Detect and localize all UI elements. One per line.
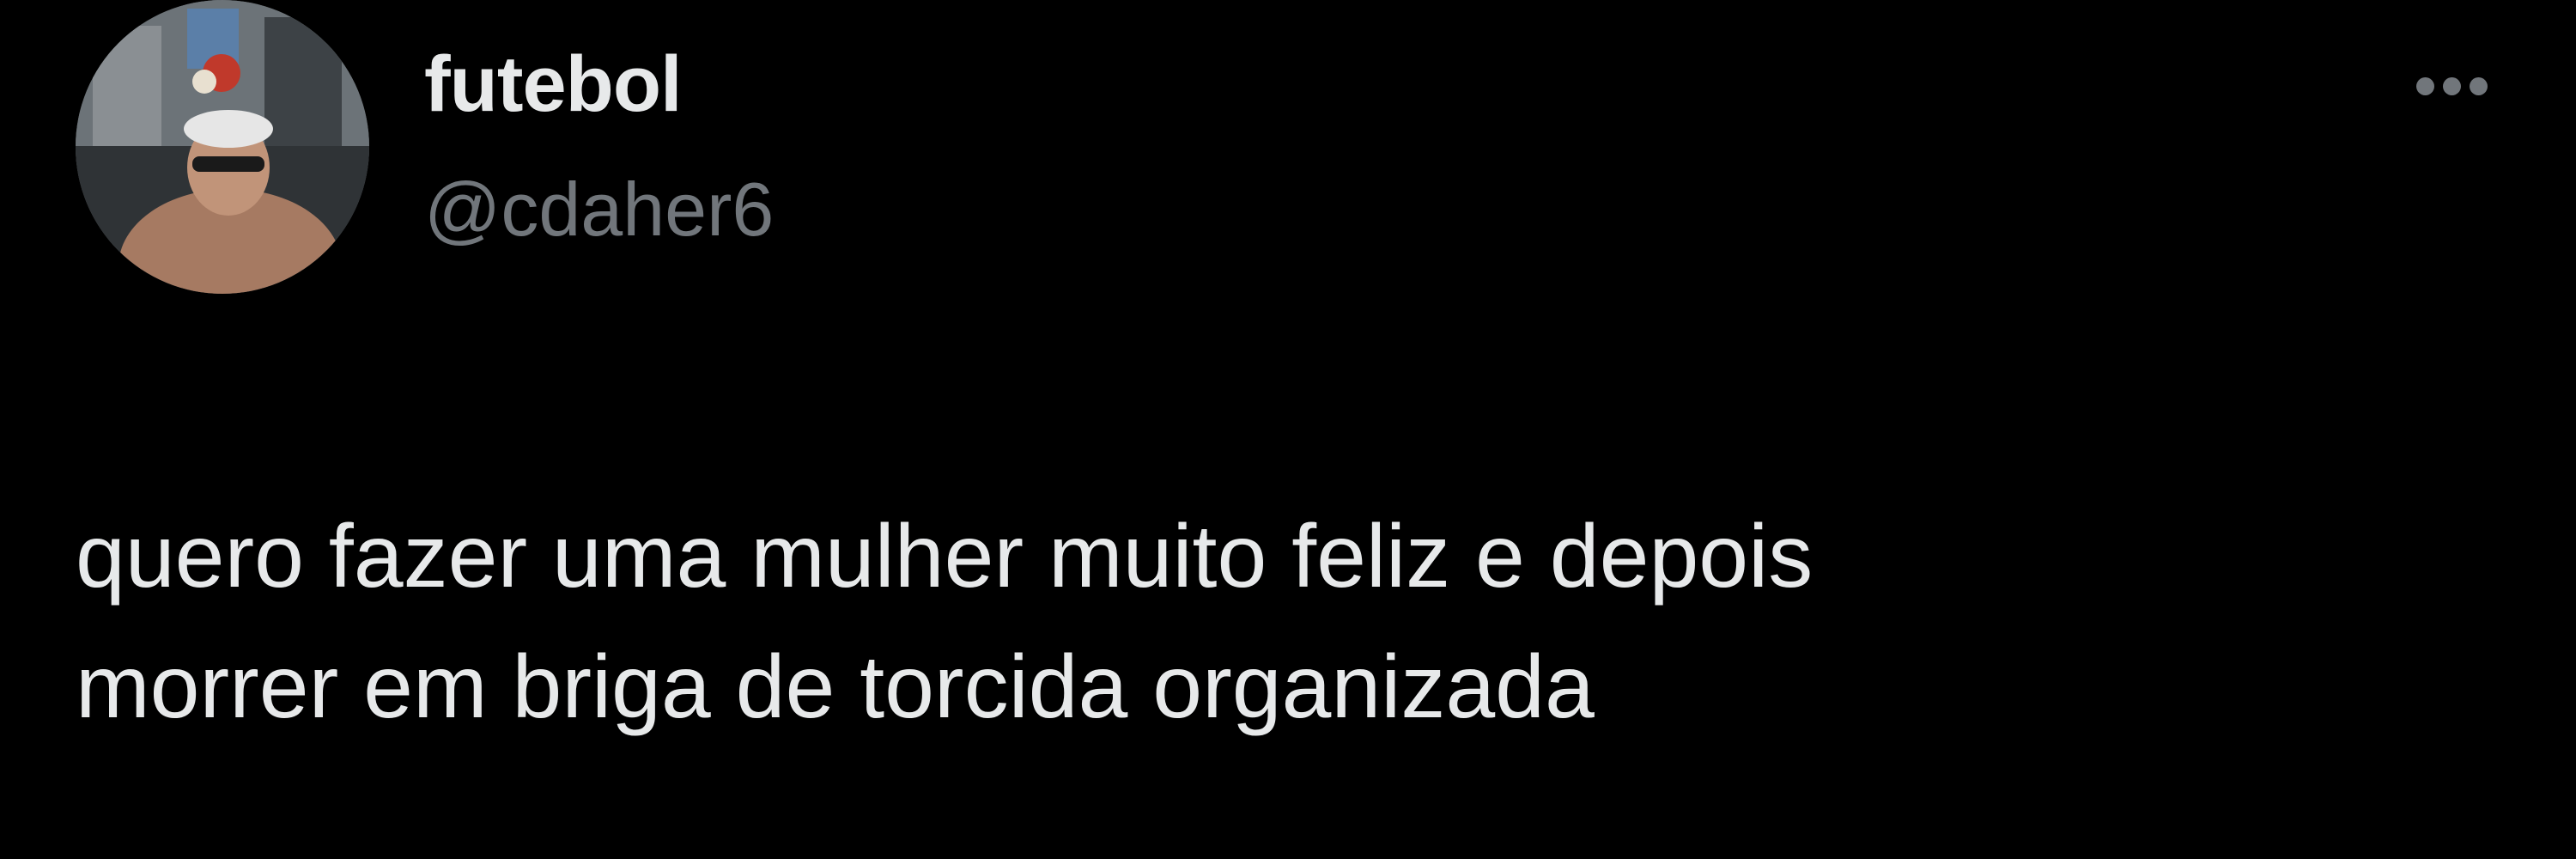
more-horizontal-icon-dot	[2442, 76, 2461, 95]
avatar[interactable]	[76, 0, 369, 294]
user-handle[interactable]: @cdaher6	[424, 172, 774, 247]
tweet-text: quero fazer uma mulher muito feliz e dep…	[76, 507, 1814, 737]
more-options-button[interactable]	[2396, 60, 2507, 112]
more-horizontal-icon	[2415, 76, 2434, 95]
display-name[interactable]: futebol	[424, 45, 683, 124]
more-horizontal-icon-dot	[2469, 76, 2488, 95]
tweet-card: futebol @cdaher6 quero fazer uma mulher …	[0, 0, 2576, 859]
profile-photo	[76, 0, 369, 294]
